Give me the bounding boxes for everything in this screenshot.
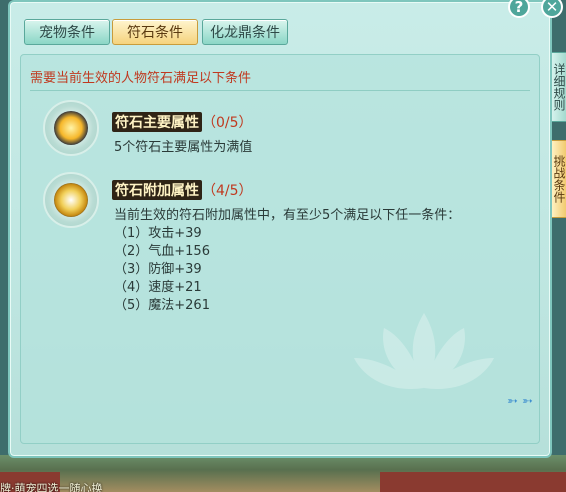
swallow-decoration-icon: ➳ ➳ — [507, 394, 533, 409]
main-attribute-progress: （0/5） — [202, 115, 253, 131]
extra-option-hp: （2）气血+156 — [114, 244, 210, 259]
extra-option-magic: （5）魔法+261 — [114, 298, 210, 313]
extra-option-attack: （1）攻击+39 — [114, 226, 202, 241]
stone-main-attribute-icon — [43, 100, 99, 156]
tab-stone-conditions[interactable]: 符石条件 — [112, 19, 198, 45]
stone-extra-attribute-icon — [43, 172, 99, 228]
conditions-content — [20, 54, 540, 444]
extra-option-speed: （4）速度+21 — [114, 280, 202, 295]
side-tab-detail-rules[interactable]: 详细规则 — [552, 52, 566, 122]
extra-attribute-progress: （4/5） — [202, 183, 253, 199]
extra-attribute-title: 符石附加属性 — [112, 180, 202, 200]
conditions-panel: 宠物条件 符石条件 化龙鼎条件 需要当前生效的人物符石满足以下条件 符石主要属性… — [8, 0, 552, 458]
tab-dragon-conditions[interactable]: 化龙鼎条件 — [202, 19, 288, 45]
requirement-text: 需要当前生效的人物符石满足以下条件 — [30, 71, 252, 86]
main-attribute-title: 符石主要属性 — [112, 112, 202, 132]
extra-attribute-desc: 当前生效的符石附加属性中，有至少5个满足以下任一条件： — [114, 208, 461, 223]
side-tab-challenge-conditions[interactable]: 挑战条件 — [552, 140, 566, 218]
close-button[interactable]: ✕ — [541, 0, 563, 18]
scene-caption: 牌·萌宠四选一随心换 — [0, 482, 103, 492]
main-attribute-desc: 5个符石主要属性为满值 — [114, 140, 253, 155]
lotus-watermark — [354, 313, 494, 389]
divider — [30, 90, 530, 91]
roof-decoration — [380, 472, 566, 492]
extra-option-defense: （3）防御+39 — [114, 262, 202, 277]
tab-pet-conditions[interactable]: 宠物条件 — [24, 19, 110, 45]
